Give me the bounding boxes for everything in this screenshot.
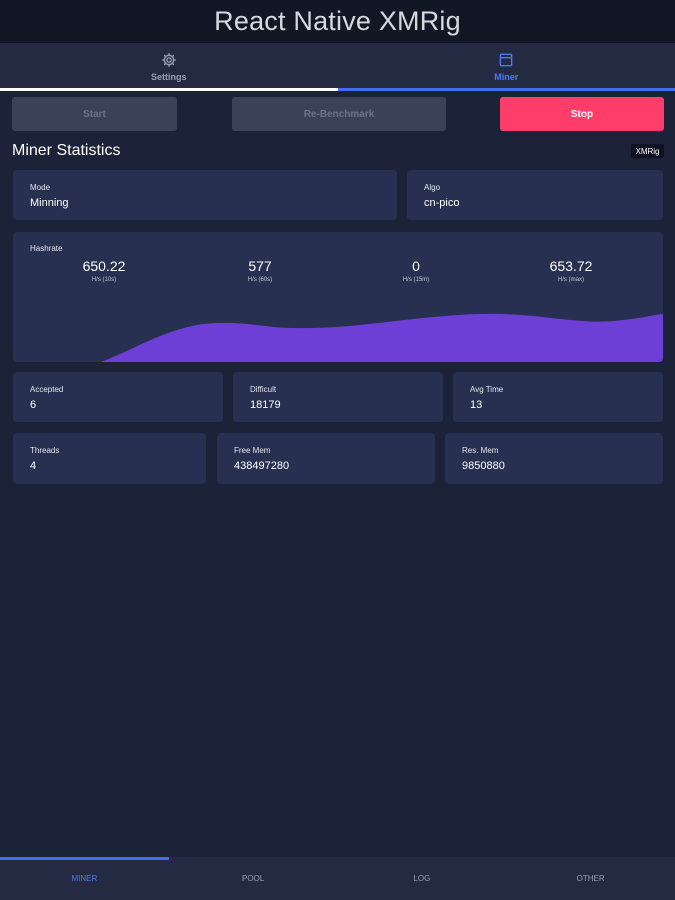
bottom-nav-other-indicator <box>506 857 675 860</box>
section-title: Miner Statistics <box>12 142 121 159</box>
start-button[interactable]: Start <box>12 97 177 131</box>
algo-value: cn-pico <box>424 197 460 209</box>
tab-miner-label: Miner <box>494 72 519 82</box>
accepted-card: Accepted 6 <box>13 372 223 422</box>
bottom-nav-pool-label: POOL <box>242 874 265 883</box>
algo-label: Algo <box>424 183 441 192</box>
avg-time-label: Avg Time <box>470 385 504 394</box>
hashrate-max-unit: H/s (max) <box>558 277 584 283</box>
hashrate-60s-unit: H/s (60s) <box>247 277 273 283</box>
hashrate-stat-max: 653.72 H/s (max) <box>511 258 631 283</box>
title-bar: React Native XMRig <box>0 0 675 43</box>
window-icon <box>499 53 513 67</box>
bottom-nav-miner-label: MINER <box>71 874 98 883</box>
avg-time-card: Avg Time 13 <box>453 372 663 422</box>
bottom-nav-log-label: LOG <box>413 874 431 883</box>
difficult-card: Difficult 18179 <box>233 372 443 422</box>
app-title: React Native XMRig <box>214 6 461 36</box>
gear-icon <box>161 53 176 67</box>
re-benchmark-button[interactable]: Re-Benchmark <box>232 97 446 131</box>
threads-card: Threads 4 <box>13 433 206 484</box>
mode-value: Minning <box>30 197 69 209</box>
hashrate-10s-unit: H/s (10s) <box>91 277 117 283</box>
difficult-value: 18179 <box>250 399 281 411</box>
accepted-label: Accepted <box>30 385 64 394</box>
top-tab-bar: Settings Miner <box>0 43 675 91</box>
stop-button[interactable]: Stop <box>500 97 664 131</box>
tab-settings-indicator <box>0 88 338 91</box>
bottom-nav-pool-indicator <box>169 857 338 860</box>
threads-value: 4 <box>30 460 37 472</box>
hashrate-10s-value: 650.22 <box>82 258 126 274</box>
avg-time-value: 13 <box>470 399 483 411</box>
tab-settings-label: Settings <box>150 72 187 82</box>
hashrate-max-value: 653.72 <box>549 258 593 274</box>
free-mem-value: 438497280 <box>234 460 290 472</box>
bottom-nav-miner[interactable]: MINER <box>0 857 169 900</box>
hashrate-15m-value: 0 <box>412 258 420 274</box>
bottom-nav-log[interactable]: LOG <box>338 857 507 900</box>
free-mem-card: Free Mem 438497280 <box>217 433 435 484</box>
mode-card: Mode Minning <box>13 170 397 220</box>
res-mem-label: Res. Mem <box>462 446 499 455</box>
bottom-nav-pool[interactable]: POOL <box>169 857 338 900</box>
bottom-nav-other-label: OTHER <box>576 874 605 883</box>
xmrig-badge: XMRig <box>631 144 664 158</box>
bottom-nav-log-indicator <box>338 857 507 860</box>
hashrate-15m-unit: H/s (15m) <box>402 277 430 283</box>
algo-card: Algo cn-pico <box>407 170 663 220</box>
bottom-nav-miner-indicator <box>0 857 169 860</box>
difficult-label: Difficult <box>250 385 277 394</box>
hashrate-stat-60s: 577 H/s (60s) <box>200 258 320 283</box>
free-mem-label: Free Mem <box>234 446 271 455</box>
hashrate-card: Hashrate 650.22 H/s (10s) 577 H/s (60s) … <box>13 232 663 362</box>
hashrate-area-chart <box>101 313 663 362</box>
bottom-nav-other[interactable]: OTHER <box>506 857 675 900</box>
app-screen: React Native XMRig Settings Miner Start … <box>0 0 675 900</box>
res-mem-value: 9850880 <box>462 460 505 472</box>
threads-label: Threads <box>30 446 60 455</box>
res-mem-card: Res. Mem 9850880 <box>445 433 663 484</box>
hashrate-label: Hashrate <box>30 244 63 253</box>
hashrate-area <box>101 313 663 362</box>
hashrate-stat-15m: 0 H/s (15m) <box>356 258 476 283</box>
hashrate-stat-10s: 650.22 H/s (10s) <box>44 258 164 283</box>
mode-label: Mode <box>30 183 51 192</box>
tab-settings[interactable]: Settings <box>0 43 338 91</box>
tab-miner[interactable]: Miner <box>337 43 675 91</box>
tab-miner-indicator <box>337 88 675 91</box>
bottom-nav: MINER POOL LOG OTHER <box>0 857 675 900</box>
hashrate-60s-value: 577 <box>248 258 272 274</box>
accepted-value: 6 <box>30 399 37 411</box>
